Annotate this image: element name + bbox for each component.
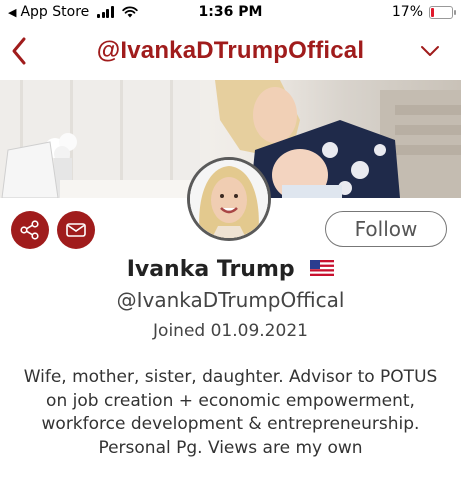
nav-bar: @IvankaDTrumpOffical <box>0 26 461 78</box>
profile-handle: @IvankaDTrumpOffical <box>116 288 345 312</box>
follow-button[interactable]: Follow <box>325 211 447 247</box>
status-right: 17% <box>391 4 456 20</box>
mail-icon <box>66 223 86 237</box>
battery-level-fill <box>431 7 434 17</box>
profile-bio: Wife, mother, sister, daughter. Advisor … <box>23 367 438 458</box>
avatar-photo <box>190 160 268 238</box>
chevron-down-icon[interactable] <box>419 42 441 60</box>
share-icon <box>20 220 39 240</box>
chevron-left-icon[interactable] <box>8 34 32 68</box>
status-bar: ◀ App Store 1:36 PM 17% <box>0 0 461 26</box>
profile-name: Ivanka Trump <box>126 257 295 282</box>
battery-percent: 17% <box>391 4 423 20</box>
profile-name-row: Ivanka Trump <box>0 257 461 282</box>
avatar[interactable] <box>187 157 271 241</box>
mail-button[interactable] <box>57 211 95 249</box>
battery-icon <box>429 5 456 19</box>
joined-date: Joined 01.09.2021 <box>153 321 308 341</box>
page-title: @IvankaDTrumpOffical <box>96 37 365 64</box>
us-flag-icon <box>310 260 335 276</box>
share-button[interactable] <box>11 211 49 249</box>
